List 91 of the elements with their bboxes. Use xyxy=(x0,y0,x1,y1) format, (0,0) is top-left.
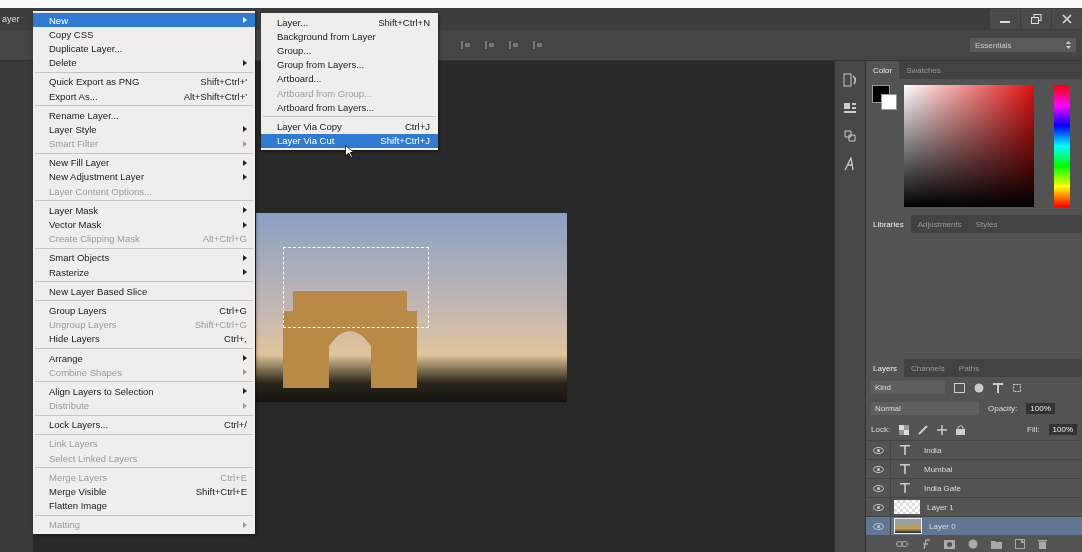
adjustment-filter-icon[interactable] xyxy=(974,382,984,393)
menu-item[interactable]: Artboard... xyxy=(261,71,438,86)
eye-icon[interactable] xyxy=(872,446,884,454)
layer-row[interactable]: India xyxy=(866,440,1082,459)
layer-name: Layer 1 xyxy=(927,502,954,512)
menu-item[interactable]: Rename Layer... xyxy=(33,108,255,123)
menu-item[interactable]: Align Layers to Selection xyxy=(33,384,255,399)
effects-icon[interactable] xyxy=(921,539,931,549)
menu-item[interactable]: Hide Layers Ctrl+, xyxy=(33,331,255,346)
close-icon xyxy=(1062,14,1072,24)
layer-name: India Gate xyxy=(924,483,961,493)
menu-item[interactable]: Delete xyxy=(33,55,255,70)
menu-item[interactable]: Layer Mask xyxy=(33,203,255,218)
trash-icon[interactable] xyxy=(1038,539,1047,549)
menu-item[interactable]: Group Layers Ctrl+G xyxy=(33,303,255,318)
menu-item[interactable]: Quick Export as PNG Shift+Ctrl+' xyxy=(33,74,255,89)
filter-dropdown[interactable]: Kind xyxy=(871,381,945,394)
menu-item[interactable]: Background from Layer xyxy=(261,29,438,44)
minimize-button[interactable] xyxy=(990,9,1020,29)
lock-pixels-icon[interactable] xyxy=(899,424,910,435)
panel-tab[interactable]: Libraries xyxy=(866,215,911,233)
menu-item[interactable]: Layer Via Cut Shift+Ctrl+J xyxy=(261,133,438,148)
panel-tab[interactable]: Adjustments xyxy=(910,215,969,233)
menu-item[interactable]: Layer... Shift+Ctrl+N xyxy=(261,15,438,30)
panel-tab[interactable]: Layers xyxy=(866,359,904,377)
layer-name: Mumbai xyxy=(924,464,953,474)
shape-filter-icon[interactable] xyxy=(1012,382,1022,393)
layer-name: India xyxy=(924,445,942,455)
menu-item[interactable]: Group from Layers... xyxy=(261,57,438,72)
opacity-field[interactable]: 100% xyxy=(1026,403,1055,414)
image-filter-icon[interactable] xyxy=(954,382,965,393)
menu-item[interactable]: New Fill Layer xyxy=(33,155,255,170)
menu-item[interactable]: Flatten Image xyxy=(33,498,255,513)
panel-tab[interactable]: Paths xyxy=(951,359,987,377)
layer-row[interactable]: Mumbai xyxy=(866,459,1082,478)
menu-item[interactable]: Smart Objects xyxy=(33,250,255,265)
mask-icon[interactable] xyxy=(944,539,955,549)
menu-item[interactable]: Copy CSS xyxy=(33,27,255,42)
brush-icon[interactable] xyxy=(918,424,929,435)
adjustment-icon[interactable] xyxy=(968,539,978,549)
menu-item[interactable]: New Layer Based Slice xyxy=(33,284,255,299)
fill-field[interactable]: 100% xyxy=(1048,424,1077,435)
menu-item[interactable]: Group... xyxy=(261,43,438,58)
restore-button[interactable] xyxy=(1021,9,1051,29)
align-icon[interactable] xyxy=(508,39,520,51)
menu-item[interactable]: Merge Visible Shift+Ctrl+E xyxy=(33,484,255,499)
menu-item[interactable]: Arrange xyxy=(33,350,255,366)
panel-tab[interactable]: Styles xyxy=(968,215,1005,233)
opacity-label: Opacity: xyxy=(988,404,1018,413)
layer-name: Layer 0 xyxy=(929,521,956,531)
move-icon[interactable] xyxy=(937,424,948,435)
eye-icon[interactable] xyxy=(872,522,884,530)
link-icon[interactable] xyxy=(896,540,908,548)
layer-row[interactable]: India Gate xyxy=(866,478,1082,497)
panel-tab[interactable]: Channels xyxy=(904,359,952,377)
align-icon[interactable] xyxy=(532,39,544,51)
menu-item[interactable]: Duplicate Layer... xyxy=(33,41,255,56)
menu-item[interactable]: Vector Mask xyxy=(33,217,255,232)
menu-item[interactable]: New Adjustment Layer xyxy=(33,169,255,185)
workspace-dropdown[interactable]: Essentials xyxy=(970,38,1076,52)
color-picker-field[interactable] xyxy=(904,85,1034,207)
align-icon[interactable] xyxy=(460,39,472,51)
eye-icon[interactable] xyxy=(872,465,884,473)
restore-icon xyxy=(1030,14,1042,24)
menu-item[interactable]: Artboard from Layers... xyxy=(261,100,438,115)
menu-item[interactable]: Lock Layers... Ctrl+/ xyxy=(33,417,255,432)
fill-label: Fill: xyxy=(1027,425,1040,434)
menu-item[interactable]: Rasterize xyxy=(33,265,255,280)
lock-icon[interactable] xyxy=(956,424,966,435)
menu-item[interactable]: Layer Via Copy Ctrl+J xyxy=(261,119,438,134)
layer-row[interactable]: Layer 0 xyxy=(866,516,1082,535)
blend-mode-dropdown[interactable]: Normal xyxy=(871,402,979,415)
updown-caret-icon xyxy=(1066,41,1071,49)
properties-icon[interactable] xyxy=(843,101,857,115)
menu-title[interactable]: ayer xyxy=(0,14,20,24)
eye-icon[interactable] xyxy=(872,503,884,511)
color-swatches-icon[interactable] xyxy=(872,85,898,111)
menu-item[interactable]: Layer Style xyxy=(33,122,255,137)
panel-tab[interactable]: Swatches xyxy=(899,61,948,79)
panel-tab[interactable]: Color xyxy=(866,61,900,79)
type-filter-icon[interactable] xyxy=(993,382,1003,393)
lock-label: Lock: xyxy=(871,425,891,434)
glyph-icon[interactable] xyxy=(843,157,857,171)
folder-icon[interactable] xyxy=(991,539,1002,549)
new-layer-icon[interactable] xyxy=(1015,539,1025,549)
align-icon[interactable] xyxy=(484,39,496,51)
menu-item[interactable]: New xyxy=(33,13,255,28)
close-button[interactable] xyxy=(1052,9,1082,29)
eye-icon[interactable] xyxy=(872,484,884,492)
mouse-pointer-icon xyxy=(345,145,354,158)
menu-item[interactable]: Export As... Alt+Shift+Ctrl+' xyxy=(33,88,255,104)
